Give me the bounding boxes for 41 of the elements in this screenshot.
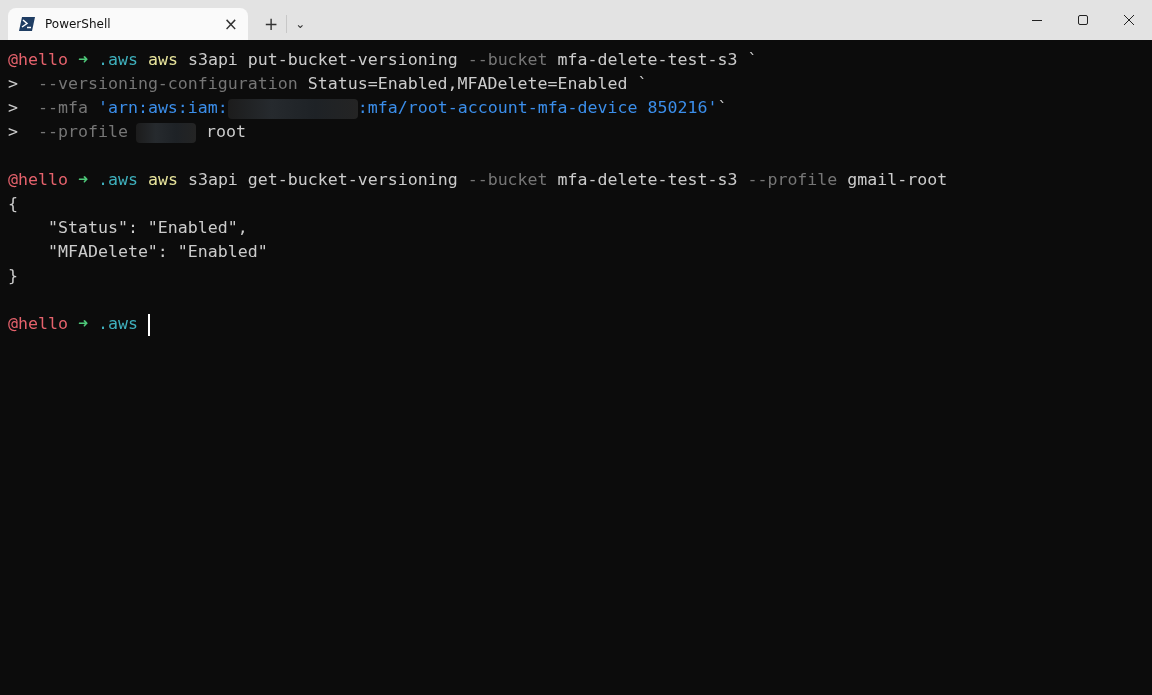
command-text: aws [147, 50, 178, 69]
terminal-text: mfa-delete-test-s3 [557, 170, 738, 189]
prompt-directory: .aws [97, 170, 138, 189]
flag-text: --profile [747, 170, 838, 189]
terminal-text: > [8, 74, 18, 93]
terminal-tab[interactable]: PowerShell × [8, 8, 248, 40]
command-text: aws [147, 170, 178, 189]
flag-text: --versioning-configuration [38, 74, 298, 93]
terminal-text: } [8, 266, 18, 285]
new-tab-button[interactable]: + [256, 15, 287, 33]
flag-text: --bucket [467, 50, 548, 69]
terminal-text: { [8, 194, 18, 213]
terminal-text: Status=Enabled,MFADelete=Enabled ` [307, 74, 648, 93]
terminal-text: gmail-root [847, 170, 948, 189]
terminal-text: ` [717, 98, 728, 117]
close-tab-button[interactable]: × [223, 15, 238, 33]
redacted-blur [135, 122, 196, 143]
terminal-text: > [8, 122, 18, 141]
text-cursor [147, 313, 150, 336]
terminal-text: root [205, 122, 246, 141]
powershell-icon [19, 17, 35, 31]
flag-text: --profile [38, 122, 128, 141]
prompt-arrow: ➜ [77, 314, 88, 333]
prompt-arrow: ➜ [77, 170, 88, 189]
flag-text: --mfa [38, 98, 88, 117]
string-text: 'arn:aws:iam: [97, 98, 228, 117]
terminal-text: > [8, 98, 18, 117]
prompt-user: @hello [8, 170, 68, 189]
terminal-text: "MFADelete": "Enabled" [47, 242, 268, 261]
prompt-arrow: ➜ [77, 50, 88, 69]
string-text: :mfa/root-account-mfa-device 850216' [357, 98, 718, 117]
prompt-user: @hello [8, 314, 68, 333]
prompt-directory: .aws [97, 314, 138, 333]
terminal-text: mfa-delete-test-s3 ` [557, 50, 758, 69]
dropdown-button[interactable]: ⌄ [287, 18, 314, 30]
terminal-text: "Status": "Enabled", [47, 218, 248, 237]
flag-text: --bucket [467, 170, 548, 189]
prompt-user: @hello [8, 50, 68, 69]
terminal-text: s3api put-bucket-versioning [187, 50, 458, 69]
terminal-text: s3api get-bucket-versioning [187, 170, 458, 189]
prompt-directory: .aws [97, 50, 138, 69]
